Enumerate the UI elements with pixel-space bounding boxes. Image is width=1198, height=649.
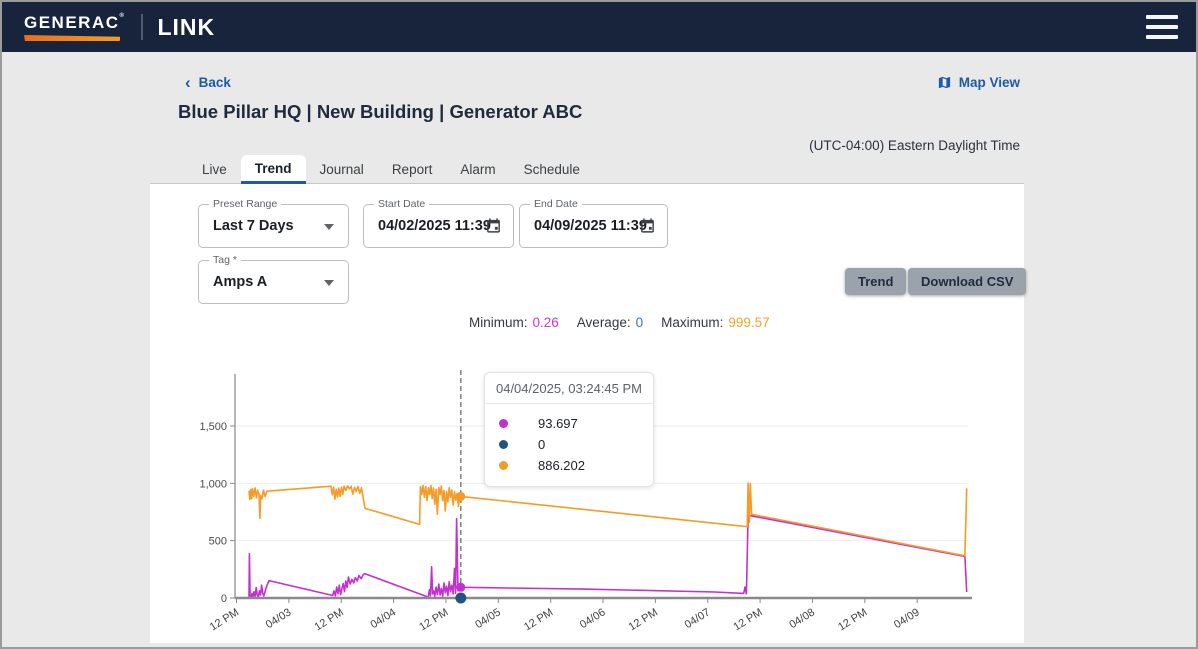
x-tick-label: 12 PM — [208, 606, 241, 633]
y-tick-label: 500 — [209, 536, 227, 548]
x-tick-label: 12 PM — [417, 606, 450, 633]
end-date-field[interactable]: End Date 04/09/2025 11:39 — [519, 204, 668, 248]
chevron-left-icon: ‹ — [185, 76, 191, 89]
cursor-marker-average — [455, 593, 466, 604]
series-dot-icon — [499, 461, 508, 470]
tab-report[interactable]: Report — [378, 155, 447, 184]
tab-bar: LiveTrendJournalReportAlarmSchedule — [150, 155, 594, 184]
x-tick-label: 04/08 — [787, 606, 817, 631]
tooltip-row-average: 0 — [499, 434, 639, 455]
brand-text: GENERAC — [24, 13, 120, 32]
average-value: 0 — [636, 315, 644, 330]
tooltip-value: 93.697 — [538, 416, 578, 431]
y-tick-label: 1,500 — [199, 421, 227, 433]
top-navbar: GENERAC® LINK — [2, 2, 1196, 52]
preset-range-select[interactable]: Preset Range Last 7 Days — [198, 204, 349, 248]
tab-journal[interactable]: Journal — [306, 155, 378, 184]
map-icon — [937, 75, 952, 90]
tooltip-value: 886.202 — [538, 458, 585, 473]
tooltip-value: 0 — [538, 437, 545, 452]
tab-schedule[interactable]: Schedule — [510, 155, 594, 184]
x-tick-label: 04/09 — [892, 606, 922, 631]
preset-range-value: Last 7 Days — [213, 205, 294, 247]
average-label: Average: — [577, 315, 631, 330]
end-date-value: 04/09/2025 11:39 — [534, 205, 647, 247]
x-tick-label: 04/06 — [578, 606, 608, 631]
map-view-button[interactable]: Map View — [937, 75, 1020, 90]
app-window: GENERAC® LINK ‹ Back Blue Pillar HQ | Ne… — [0, 0, 1198, 649]
x-tick-label: 04/03 — [264, 606, 294, 631]
series-minimum — [249, 515, 967, 597]
x-tick-label: 04/05 — [473, 606, 503, 631]
minimum-value: 0.26 — [533, 315, 559, 330]
hamburger-icon[interactable] — [1146, 15, 1178, 39]
maximum-value: 999.57 — [728, 315, 769, 330]
tooltip-timestamp: 04/04/2025, 03:24:45 PM — [485, 373, 653, 403]
page-title: Blue Pillar HQ | New Building | Generato… — [178, 101, 582, 123]
x-tick-label: 04/04 — [368, 606, 398, 631]
x-tick-label: 12 PM — [627, 606, 660, 633]
back-label: Back — [199, 75, 231, 90]
start-date-field[interactable]: Start Date 04/02/2025 11:39 — [363, 204, 514, 248]
stats-summary: Minimum: 0.26 Average: 0 Maximum: 999.57 — [469, 315, 770, 330]
tag-select[interactable]: Tag * Amps A — [198, 260, 349, 304]
start-date-value: 04/02/2025 11:39 — [378, 205, 491, 247]
x-tick-label: 12 PM — [313, 606, 346, 633]
y-tick-label: 1,000 — [199, 478, 227, 490]
x-tick-label: 04/07 — [683, 606, 713, 631]
tab-live[interactable]: Live — [188, 155, 241, 184]
download-csv-button[interactable]: Download CSV — [908, 268, 1026, 295]
tooltip-row-maximum: 886.202 — [499, 455, 639, 476]
timezone-label: (UTC-04:00) Eastern Daylight Time — [809, 138, 1020, 153]
tag-value: Amps A — [213, 261, 267, 303]
x-tick-label: 12 PM — [731, 606, 764, 633]
series-dot-icon — [499, 440, 508, 449]
calendar-icon[interactable] — [485, 217, 502, 234]
tab-trend[interactable]: Trend — [241, 155, 306, 184]
series-dot-icon — [499, 419, 508, 428]
calendar-icon[interactable] — [639, 217, 656, 234]
tab-alarm[interactable]: Alarm — [446, 155, 509, 184]
cursor-marker-maximum — [456, 492, 465, 501]
logo-swoosh — [24, 35, 120, 41]
maximum-label: Maximum: — [661, 315, 723, 330]
product-name: LINK — [157, 14, 215, 41]
trend-button[interactable]: Trend — [845, 268, 906, 295]
y-tick-label: 0 — [221, 593, 227, 605]
chart-tooltip: 04/04/2025, 03:24:45 PM 93.697 0 886.202 — [484, 372, 654, 487]
generac-logo[interactable]: GENERAC® — [24, 13, 125, 41]
map-view-label: Map View — [959, 75, 1020, 90]
nav-divider — [141, 14, 143, 40]
minimum-label: Minimum: — [469, 315, 528, 330]
caret-down-icon — [324, 280, 334, 286]
series-maximum — [249, 483, 967, 556]
caret-down-icon — [324, 224, 334, 230]
tooltip-body: 93.697 0 886.202 — [485, 403, 653, 486]
tooltip-row-minimum: 93.697 — [499, 413, 639, 434]
x-tick-label: 12 PM — [522, 606, 555, 633]
x-tick-label: 12 PM — [836, 606, 869, 633]
registered-mark: ® — [120, 13, 126, 19]
cursor-marker-minimum — [456, 583, 465, 592]
back-button[interactable]: ‹ Back — [185, 75, 231, 90]
